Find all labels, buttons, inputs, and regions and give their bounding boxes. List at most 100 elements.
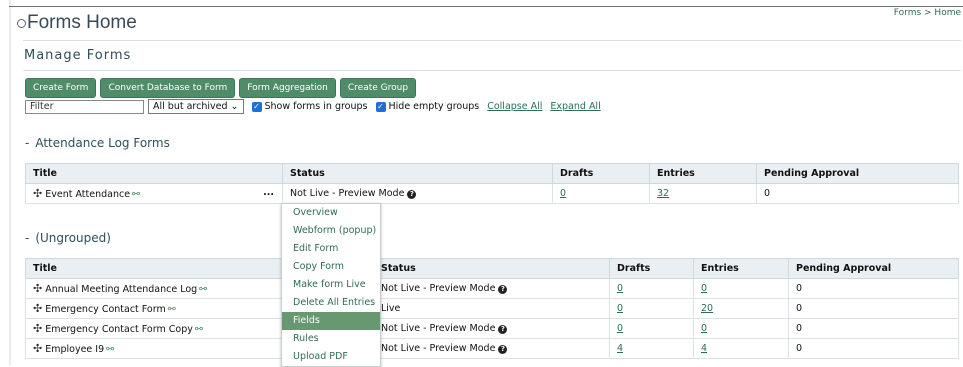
table-row: ✣ Emergency Contact Form ⚯ Live 0 20 0	[25, 298, 959, 319]
hide-empty-checkbox[interactable]: ✓	[375, 101, 386, 112]
column-header-drafts[interactable]: Drafts	[552, 163, 650, 184]
menu-item-copy-form[interactable]: Copy Form	[282, 258, 380, 276]
pending-cell: 0	[788, 278, 959, 299]
title-cell: ✣ Annual Meeting Attendance Log ⚯	[25, 278, 283, 299]
entries-cell: 0	[693, 278, 789, 299]
status-text: Not Live - Preview Mode	[381, 343, 496, 354]
drafts-link[interactable]: 0	[617, 283, 623, 294]
page-title: Forms Home	[27, 12, 137, 33]
collapse-toggle[interactable]: -	[25, 231, 29, 245]
table-row: ✣ Employee I9 ⚯ Not Live - Preview Mode? 4…	[25, 338, 959, 359]
form-title[interactable]: Employee I9	[45, 344, 104, 355]
expand-all-link[interactable]: Expand All	[550, 101, 600, 112]
table-header-row: Title Status Drafts Entries Pending Appr…	[25, 163, 959, 184]
move-icon[interactable]: ✣	[33, 187, 42, 200]
menu-item-fields[interactable]: Fields	[282, 312, 380, 330]
menu-item-delete-entries[interactable]: Delete All Entries	[282, 294, 380, 312]
link-icon[interactable]: ⚯	[199, 284, 207, 295]
pending-cell: 0	[756, 183, 959, 204]
entries-cell: 20	[693, 298, 789, 319]
link-icon[interactable]: ⚯	[195, 324, 203, 335]
drafts-cell: 4	[609, 338, 694, 359]
column-header-entries[interactable]: Entries	[693, 258, 789, 279]
row-actions-menu: Overview Webform (popup) Edit Form Copy …	[281, 203, 381, 367]
entries-link[interactable]: 32	[657, 188, 669, 199]
move-icon[interactable]: ✣	[33, 302, 42, 315]
page-frame-top	[9, 6, 963, 7]
form-aggregation-button[interactable]: Form Aggregation	[239, 78, 336, 98]
drafts-link[interactable]: 0	[617, 303, 623, 314]
show-groups-checkbox[interactable]: ✓	[251, 101, 262, 112]
move-icon[interactable]: ✣	[33, 322, 42, 335]
pending-cell: 0	[788, 318, 959, 339]
form-title[interactable]: Event Attendance	[45, 189, 130, 200]
convert-database-button[interactable]: Convert Database to Form	[100, 78, 236, 98]
move-icon[interactable]: ✣	[33, 342, 42, 355]
table-row: ✣ Event Attendance ⚯ ... Not Live - Previe…	[25, 183, 959, 204]
link-icon[interactable]: ⚯	[106, 344, 114, 355]
status-text: Not Live - Preview Mode	[290, 188, 405, 199]
table-row: ✣ Annual Meeting Attendance Log ⚯ Not Live…	[25, 278, 959, 299]
title-cell: ✣ Event Attendance ⚯ ...	[25, 183, 283, 204]
hide-empty-label: Hide empty groups	[388, 101, 480, 112]
title-cell: ✣ Emergency Contact Form Copy ⚯	[25, 318, 283, 339]
title-row: Forms Home	[17, 12, 137, 34]
help-icon[interactable]: ?	[498, 285, 508, 294]
entries-link[interactable]: 4	[701, 343, 707, 354]
entries-cell: 0	[693, 318, 789, 339]
link-icon[interactable]: ⚯	[168, 304, 176, 315]
entries-link[interactable]: 0	[701, 323, 707, 334]
collapse-all-link[interactable]: Collapse All	[487, 101, 542, 112]
move-icon[interactable]: ✣	[33, 282, 42, 295]
column-header-entries[interactable]: Entries	[649, 163, 757, 184]
archive-select[interactable]: All but archived ⌄	[148, 99, 244, 114]
column-header-drafts[interactable]: Drafts	[609, 258, 694, 279]
title-circle-icon	[17, 18, 26, 28]
menu-item-webform-popup[interactable]: Webform (popup)	[282, 222, 380, 240]
drafts-link[interactable]: 0	[617, 323, 623, 334]
group-name: (Ungrouped)	[35, 231, 111, 245]
form-title[interactable]: Emergency Contact Form Copy	[45, 324, 193, 335]
menu-item-make-live[interactable]: Make form Live	[282, 276, 380, 294]
drafts-cell: 0	[609, 278, 694, 299]
chevron-down-icon: ⌄	[230, 101, 239, 112]
entries-link[interactable]: 0	[701, 283, 707, 294]
menu-item-overview[interactable]: Overview	[282, 204, 380, 222]
title-cell: ✣ Employee I9 ⚯	[25, 338, 283, 359]
menu-item-rules[interactable]: Rules	[282, 330, 380, 348]
entries-link[interactable]: 20	[701, 303, 713, 314]
checkmark-icon: ✓	[253, 101, 260, 111]
collapse-toggle[interactable]: -	[25, 136, 29, 150]
divider	[23, 70, 961, 71]
form-title[interactable]: Emergency Contact Form	[45, 304, 166, 315]
column-header-title[interactable]: Title	[25, 163, 283, 184]
row-menu-trigger[interactable]: ...	[263, 187, 274, 198]
column-header-pending[interactable]: Pending Approval	[788, 258, 959, 279]
group-header-ungrouped[interactable]: - (Ungrouped)	[25, 231, 111, 245]
drafts-link[interactable]: 4	[617, 343, 623, 354]
column-header-pending[interactable]: Pending Approval	[756, 163, 959, 184]
column-header-status[interactable]: Status	[282, 163, 553, 184]
drafts-cell: 0	[609, 318, 694, 339]
menu-item-edit-form[interactable]: Edit Form	[282, 240, 380, 258]
breadcrumb[interactable]: Forms > Home	[894, 8, 961, 18]
drafts-link[interactable]: 0	[560, 188, 566, 199]
create-form-button[interactable]: Create Form	[25, 78, 97, 98]
menu-item-upload-pdf[interactable]: Upload PDF	[282, 348, 380, 366]
pending-cell: 0	[788, 298, 959, 319]
help-icon[interactable]: ?	[407, 190, 417, 199]
entries-cell: 32	[649, 183, 757, 204]
filter-input[interactable]: Filter	[25, 99, 144, 114]
section-title: Manage Forms	[24, 48, 132, 63]
attendance-forms-table: Title Status Drafts Entries Pending Appr…	[25, 163, 959, 204]
help-icon[interactable]: ?	[498, 345, 508, 354]
form-title[interactable]: Annual Meeting Attendance Log	[45, 284, 197, 295]
group-header-attendance[interactable]: - Attendance Log Forms	[25, 136, 170, 150]
link-icon[interactable]: ⚯	[132, 189, 140, 200]
column-header-title[interactable]: Title	[25, 258, 283, 279]
show-groups-label: Show forms in groups	[264, 101, 368, 112]
help-icon[interactable]: ?	[498, 325, 508, 334]
checkmark-icon: ✓	[377, 101, 384, 111]
create-group-button[interactable]: Create Group	[339, 78, 417, 98]
table-row: ✣ Emergency Contact Form Copy ⚯ Not Live -…	[25, 318, 959, 339]
